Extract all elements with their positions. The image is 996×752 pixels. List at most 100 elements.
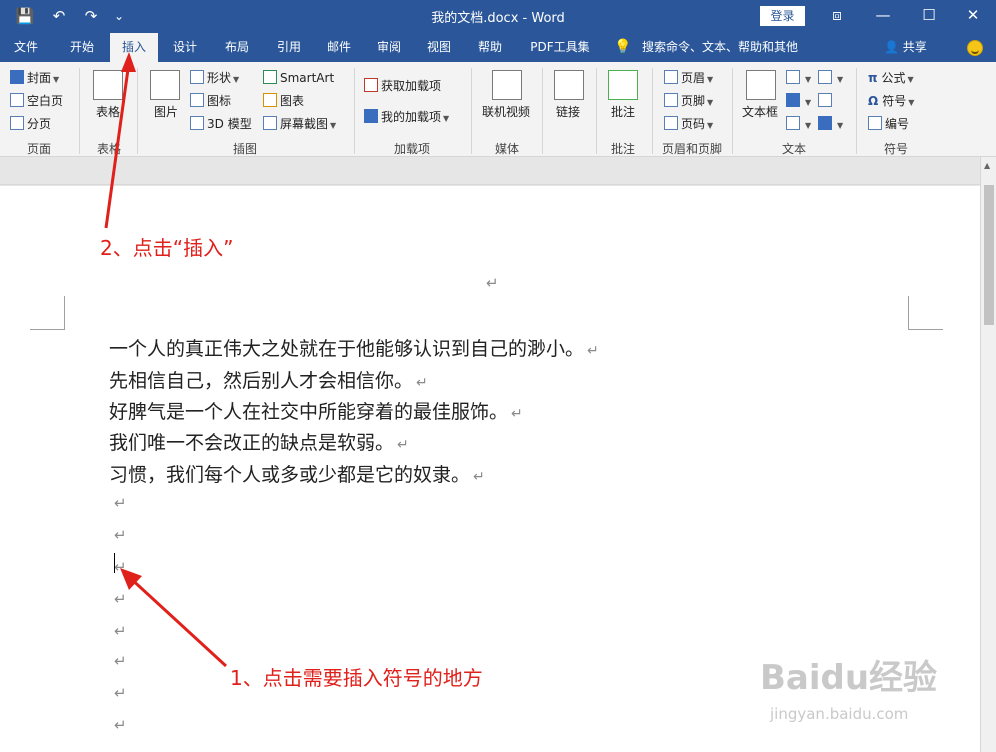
insert-ribbon: 封面 ▼ 空白页 分页 页面 表格 表格 图片 形状 ▼ 图标 3D 模型 Smar… bbox=[0, 62, 996, 157]
blank-page-button[interactable]: 空白页 bbox=[10, 93, 63, 109]
tab-review[interactable]: 审阅 bbox=[366, 33, 412, 62]
ribbon-tabs: 文件 开始 插入 设计 布局 引用 邮件 审阅 视图 帮助 PDF工具集 💡 搜… bbox=[0, 33, 996, 62]
paragraph-mark: ↵ bbox=[473, 469, 485, 485]
footer-label: 页脚 bbox=[681, 94, 706, 108]
restore-icon[interactable]: ☐ bbox=[906, 0, 952, 33]
page-number-icon bbox=[664, 116, 678, 130]
minimize-icon[interactable]: — bbox=[860, 0, 906, 33]
empty-paragraph-mark[interactable]: ↵ bbox=[114, 558, 127, 576]
smartart-label: SmartArt bbox=[280, 71, 335, 85]
signature-line-button[interactable]: ▼ bbox=[818, 70, 843, 88]
tab-references[interactable]: 引用 bbox=[266, 33, 312, 62]
smartart-icon bbox=[263, 70, 277, 84]
link-button[interactable]: 链接 bbox=[556, 104, 580, 120]
chart-button[interactable]: 图表 bbox=[263, 93, 304, 109]
signature-line-icon bbox=[818, 70, 832, 84]
paragraph-text: 好脾气是一个人在社交中所能穿着的最佳服饰。 bbox=[109, 401, 509, 423]
tab-insert[interactable]: 插入 bbox=[110, 33, 158, 62]
tab-home[interactable]: 开始 bbox=[58, 33, 106, 62]
feedback-smiley-icon[interactable] bbox=[967, 40, 983, 56]
group-label-illustrations: 插图 bbox=[232, 142, 257, 156]
group-separator bbox=[79, 68, 80, 154]
paragraph[interactable]: 先相信自己，然后别人才会相信你。 ↵ bbox=[109, 366, 428, 393]
text-box-button[interactable]: 文本框 bbox=[742, 104, 778, 120]
tell-me-search[interactable]: 搜索命令、文本、帮助和其他 bbox=[642, 33, 798, 62]
empty-paragraph-mark[interactable]: ↵ bbox=[114, 684, 127, 702]
icons-icon bbox=[190, 93, 204, 107]
quick-parts-icon bbox=[786, 70, 800, 84]
smartart-button[interactable]: SmartArt bbox=[263, 70, 334, 86]
vertical-scrollbar[interactable]: ▲ bbox=[980, 157, 996, 752]
paragraph[interactable]: 好脾气是一个人在社交中所能穿着的最佳服饰。 ↵ bbox=[109, 397, 523, 424]
group-label-pages: 页面 bbox=[26, 142, 51, 156]
paragraph[interactable]: 我们唯一不会改正的缺点是软弱。 ↵ bbox=[109, 428, 409, 455]
wordart-button[interactable]: ▼ bbox=[786, 93, 811, 111]
group-separator bbox=[137, 68, 138, 154]
link-label: 链接 bbox=[556, 105, 581, 119]
empty-paragraph-mark[interactable]: ↵ bbox=[114, 622, 127, 640]
date-time-button[interactable] bbox=[818, 93, 835, 109]
online-video-button[interactable]: 联机视频 bbox=[482, 104, 530, 120]
tab-pdf-tools[interactable]: PDF工具集 bbox=[522, 33, 598, 62]
quick-parts-button[interactable]: ▼ bbox=[786, 70, 811, 88]
my-addins-button[interactable]: 我的加载项 ▼ bbox=[364, 109, 449, 127]
footer-icon bbox=[664, 93, 678, 107]
share-button[interactable]: 👤 共享 bbox=[884, 33, 927, 62]
drop-cap-icon bbox=[786, 116, 800, 130]
tab-file[interactable]: 文件 bbox=[4, 33, 48, 62]
paragraph-text: 我们唯一不会改正的缺点是软弱。 bbox=[109, 432, 395, 454]
tab-help[interactable]: 帮助 bbox=[466, 33, 514, 62]
paragraph[interactable]: 习惯，我们每个人或多或少都是它的奴隶。 ↵ bbox=[109, 460, 485, 487]
table-label: 表格 bbox=[96, 105, 121, 119]
shapes-icon bbox=[190, 70, 204, 84]
3d-models-label: 3D 模型 bbox=[207, 117, 252, 131]
tab-design[interactable]: 设计 bbox=[162, 33, 208, 62]
footer-button[interactable]: 页脚 ▼ bbox=[664, 93, 713, 111]
ribbon-display-options-icon[interactable]: ⧈ bbox=[814, 0, 860, 33]
icons-button[interactable]: 图标 bbox=[190, 93, 231, 109]
scroll-thumb[interactable] bbox=[984, 185, 994, 325]
empty-paragraph-mark[interactable]: ↵ bbox=[114, 652, 127, 670]
page-break-button[interactable]: 分页 bbox=[10, 116, 51, 132]
equation-button[interactable]: π 公式 ▼ bbox=[868, 70, 914, 88]
paragraph-text: 习惯，我们每个人或多或少都是它的奴隶。 bbox=[109, 464, 471, 486]
watermark-url: jingyan.baidu.com bbox=[770, 705, 909, 723]
object-button[interactable]: ▼ bbox=[818, 116, 843, 134]
empty-paragraph-mark[interactable]: ↵ bbox=[114, 526, 127, 544]
tab-layout[interactable]: 布局 bbox=[214, 33, 260, 62]
empty-paragraph-mark[interactable]: ↵ bbox=[114, 590, 127, 608]
number-button[interactable]: 编号 bbox=[868, 116, 909, 132]
text-box-icon bbox=[746, 70, 776, 100]
title-bar: 💾 ↶ ↷ ⌄ 我的文档.docx - Word 登录 ⧈ — ☐ ✕ bbox=[0, 0, 996, 33]
online-video-label: 联机视频 bbox=[482, 105, 531, 119]
group-separator bbox=[471, 68, 472, 154]
shapes-button[interactable]: 形状 ▼ bbox=[190, 70, 239, 88]
page-number-button[interactable]: 页码 ▼ bbox=[664, 116, 713, 134]
paragraph-mark: ↵ bbox=[511, 406, 523, 422]
date-time-icon bbox=[818, 93, 832, 107]
drop-cap-button[interactable]: ▼ bbox=[786, 116, 811, 134]
3d-model-icon bbox=[190, 116, 204, 130]
header-button[interactable]: 页眉 ▼ bbox=[664, 70, 713, 88]
close-icon[interactable]: ✕ bbox=[950, 0, 996, 33]
scroll-up-icon[interactable]: ▲ bbox=[984, 161, 990, 170]
table-button[interactable]: 表格 bbox=[96, 104, 120, 120]
picture-icon bbox=[150, 70, 180, 100]
text-box-label: 文本框 bbox=[742, 105, 779, 119]
symbol-button[interactable]: Ω 符号 ▼ bbox=[868, 93, 914, 111]
cover-page-button[interactable]: 封面 ▼ bbox=[10, 70, 59, 88]
picture-button[interactable]: 图片 bbox=[154, 104, 178, 120]
group-separator bbox=[596, 68, 597, 154]
3d-models-button[interactable]: 3D 模型 bbox=[190, 116, 252, 132]
tab-view[interactable]: 视图 bbox=[416, 33, 462, 62]
watermark-brand: Baidu经验 bbox=[760, 658, 938, 698]
empty-paragraph-mark[interactable]: ↵ bbox=[114, 494, 127, 512]
tab-mailings[interactable]: 邮件 bbox=[316, 33, 362, 62]
paragraph[interactable]: 一个人的真正伟大之处就在于他能够认识到自己的渺小。 ↵ bbox=[109, 334, 599, 361]
screenshot-button[interactable]: 屏幕截图 ▼ bbox=[263, 116, 336, 134]
empty-paragraph-mark[interactable]: ↵ bbox=[114, 716, 127, 734]
get-addins-button[interactable]: 获取加载项 bbox=[364, 78, 441, 94]
my-addins-label: 我的加载项 bbox=[381, 110, 442, 124]
comment-button[interactable]: 批注 bbox=[611, 104, 635, 120]
login-button[interactable]: 登录 bbox=[760, 6, 805, 26]
